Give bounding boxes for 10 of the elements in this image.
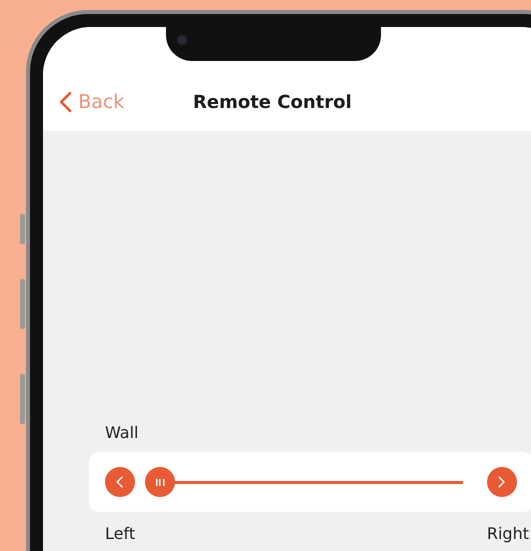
chevron-left-icon: [116, 476, 124, 488]
right-label: Right: [486, 524, 529, 543]
right-arrow-button[interactable]: [487, 467, 517, 497]
left-arrow-button[interactable]: [105, 467, 135, 497]
back-chevron-icon: [59, 91, 72, 113]
back-button[interactable]: Back: [59, 91, 124, 113]
chevron-right-icon: [498, 476, 506, 488]
screen-title: Remote Control: [193, 92, 352, 113]
control-label: Wall: [105, 423, 140, 442]
left-label: Left: [105, 524, 136, 543]
